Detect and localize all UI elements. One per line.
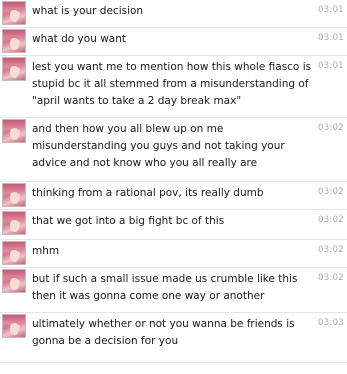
message-timestamp: 03:01 <box>318 5 344 15</box>
message-timestamp: 03:01 <box>318 33 344 43</box>
chat-message: and then how you all blew up on me misun… <box>0 118 347 182</box>
avatar[interactable] <box>2 314 26 338</box>
avatar[interactable] <box>2 183 26 207</box>
message-timestamp: 03:02 <box>318 273 344 283</box>
message-text: mhm <box>32 245 60 257</box>
message-text: and then how you all blew up on me misun… <box>32 123 285 169</box>
avatar[interactable] <box>2 269 26 293</box>
message-text: what is your decision <box>32 5 144 17</box>
chat-message: ultimately whether or not you wanna be f… <box>0 313 347 363</box>
message-timestamp: 03:01 <box>318 61 344 71</box>
message-timestamp: 03:02 <box>318 123 344 133</box>
message-text: what do you want <box>32 33 126 45</box>
chat-message: thinking from a rational pov, its really… <box>0 182 347 210</box>
message-timestamp: 03:02 <box>318 215 344 225</box>
message-text: but if such a small issue made us crumbl… <box>32 273 298 302</box>
avatar[interactable] <box>2 119 26 143</box>
chat-message: but if such a small issue made us crumbl… <box>0 268 347 313</box>
avatar[interactable] <box>2 29 26 53</box>
chat-log: what is your decision 03:01 what do you … <box>0 0 347 363</box>
message-text: thinking from a rational pov, its really… <box>32 187 264 199</box>
avatar[interactable] <box>2 241 26 265</box>
avatar[interactable] <box>2 1 26 25</box>
chat-message: lest you want me to mention how this who… <box>0 56 347 118</box>
message-timestamp: 03:02 <box>318 187 344 197</box>
avatar[interactable] <box>2 57 26 81</box>
message-text: lest you want me to mention how this who… <box>32 61 312 107</box>
chat-message: what is your decision 03:01 <box>0 0 347 28</box>
message-text: ultimately whether or not you wanna be f… <box>32 318 295 347</box>
chat-message: that we got into a big fight bc of this … <box>0 210 347 240</box>
message-timestamp: 03:03 <box>318 318 344 328</box>
chat-message: what do you want 03:01 <box>0 28 347 56</box>
message-text: that we got into a big fight bc of this <box>32 215 225 227</box>
avatar[interactable] <box>2 211 26 235</box>
chat-message: mhm 03:02 <box>0 240 347 268</box>
message-timestamp: 03:02 <box>318 245 344 255</box>
